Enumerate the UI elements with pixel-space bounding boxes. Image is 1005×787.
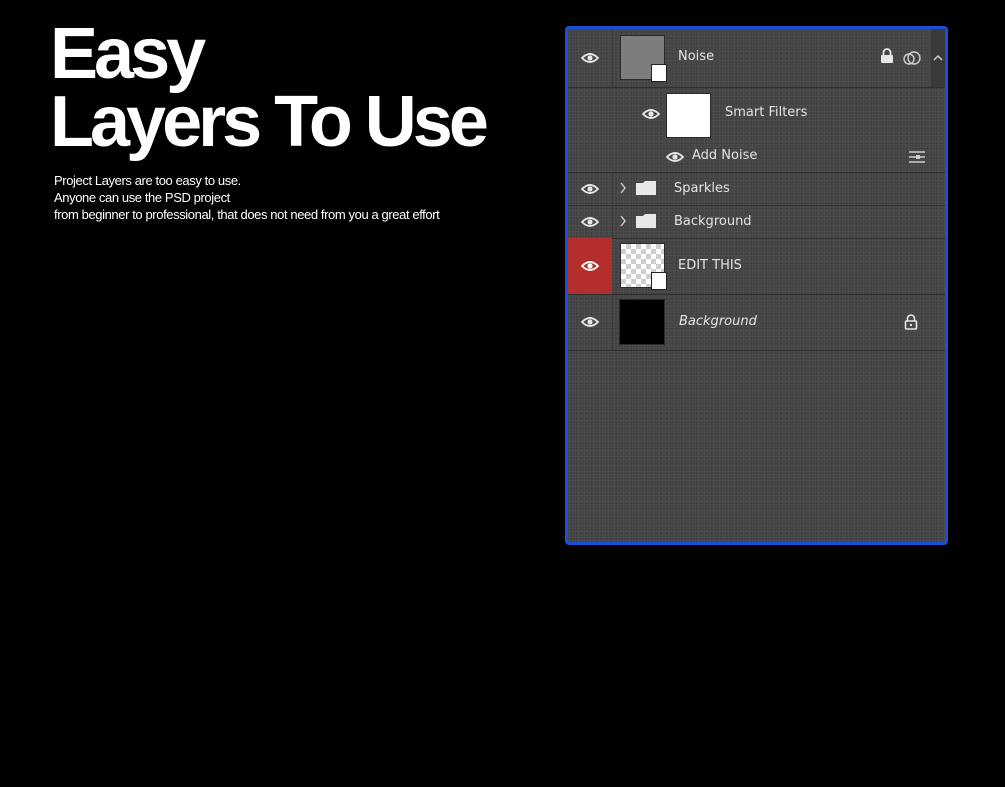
layer-row-add-noise[interactable]: Add Noise [568, 139, 945, 173]
eye-icon [581, 317, 599, 327]
lock-icon [881, 48, 893, 63]
description: Project Layers are too easy to use. Anyo… [54, 172, 440, 223]
chevron-right-icon[interactable] [619, 215, 627, 227]
eye-icon [581, 184, 599, 194]
headline: Easy Layers To Use [50, 14, 489, 162]
layer-row-background[interactable]: Background [568, 294, 945, 351]
layer-row-background-group[interactable]: Background [568, 205, 945, 239]
headline-line-1: Easy [50, 14, 206, 94]
smart-object-icon [651, 272, 667, 290]
layer-row-noise[interactable]: Noise [568, 29, 945, 88]
chevron-right-icon[interactable] [619, 182, 627, 194]
eye-icon [581, 217, 599, 227]
folder-icon [636, 181, 656, 195]
filter-options-icon[interactable] [908, 150, 926, 164]
layer-thumbnail [620, 243, 667, 290]
link-icon [903, 51, 921, 65]
layer-name: Sparkles [674, 181, 730, 196]
eye-icon[interactable] [642, 108, 660, 120]
chevron-up-icon[interactable] [933, 54, 943, 62]
layer-row-edit-this[interactable]: EDIT THIS [568, 238, 945, 295]
filter-mask-thumbnail [666, 93, 711, 138]
scrollbar[interactable] [931, 29, 945, 87]
eye-icon [581, 53, 599, 63]
layer-row-sparkles[interactable]: Sparkles [568, 172, 945, 206]
visibility-toggle[interactable] [568, 29, 613, 87]
description-line-1: Project Layers are too easy to use. [54, 173, 241, 188]
visibility-toggle[interactable] [568, 238, 612, 294]
visibility-toggle[interactable] [568, 172, 613, 205]
description-line-2: Anyone can use the PSD project [54, 190, 230, 205]
visibility-toggle[interactable] [568, 294, 613, 350]
filter-name: Add Noise [692, 148, 758, 163]
layer-name: Background [674, 214, 752, 229]
description-line-3: from beginner to professional, that does… [54, 207, 440, 222]
layer-name: Smart Filters [725, 105, 808, 120]
headline-line-2: Layers To Use [50, 82, 489, 162]
layers-panel: Noise Smart Filters Add Noise Sparkles B… [565, 26, 948, 545]
layer-name: EDIT THIS [678, 258, 742, 273]
eye-icon [581, 261, 599, 271]
layer-thumbnail [620, 35, 667, 82]
folder-icon [636, 214, 656, 228]
lock-icon [904, 314, 918, 330]
layer-thumbnail [619, 299, 665, 345]
smart-object-icon [651, 64, 667, 82]
layer-row-smart-filters[interactable]: Smart Filters [568, 87, 945, 139]
eye-icon[interactable] [666, 151, 684, 163]
layer-name: Background [679, 314, 757, 329]
visibility-toggle[interactable] [568, 205, 613, 238]
layer-name: Noise [678, 49, 715, 64]
